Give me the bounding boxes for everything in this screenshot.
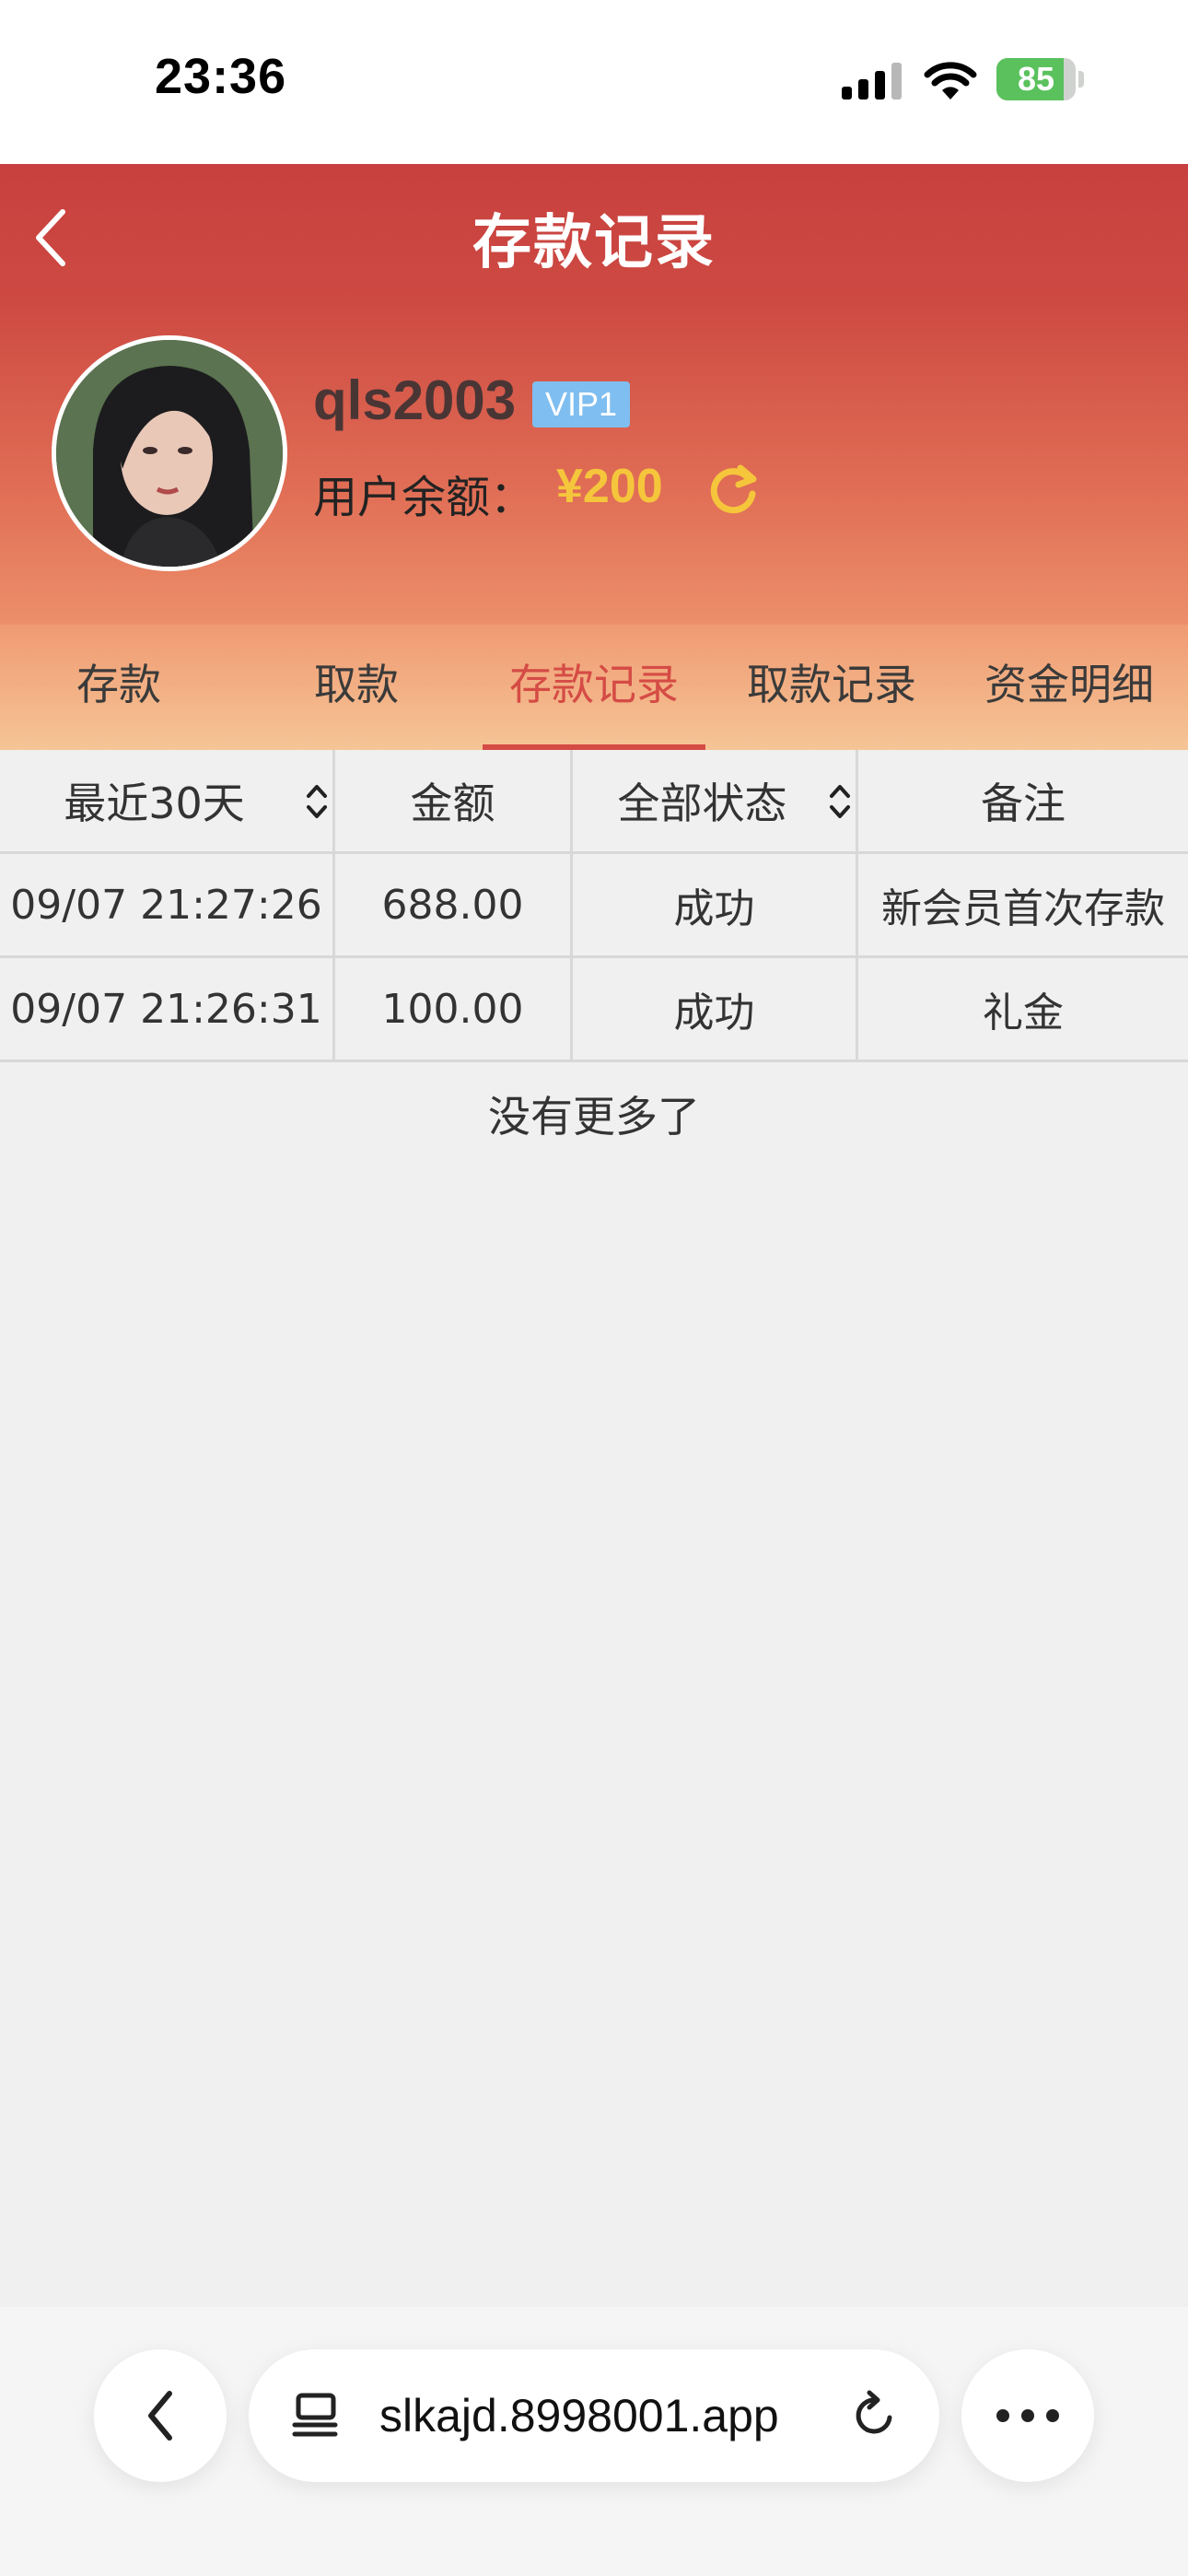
wifi-icon xyxy=(924,62,977,100)
ellipsis-icon xyxy=(996,2409,1059,2422)
row-status: 成功 xyxy=(573,958,858,1060)
records-table: 最近30天 金额 全部状态 备注 09/07 21:27:26 688.00 成… xyxy=(0,750,1188,1062)
sort-icon xyxy=(307,785,327,818)
row-amount: 688.00 xyxy=(335,854,573,955)
row-status: 成功 xyxy=(573,854,858,955)
sort-icon xyxy=(830,785,850,818)
tab-withdraw[interactable]: 取款 xyxy=(238,625,475,750)
battery-icon: 85 xyxy=(996,58,1085,100)
date-range-filter[interactable]: 最近30天 xyxy=(0,750,335,851)
status-time: 23:36 xyxy=(155,49,287,104)
date-range-label: 最近30天 xyxy=(64,779,245,828)
status-filter-label: 全部状态 xyxy=(617,779,787,828)
username: qls2003 xyxy=(313,369,517,431)
no-more-text: 没有更多了 xyxy=(488,1092,700,1142)
tabs-icon[interactable] xyxy=(289,2390,341,2441)
table-row: 09/07 21:27:26 688.00 成功 新会员首次存款 xyxy=(0,854,1188,958)
page-title: 存款记录 xyxy=(472,209,716,277)
profile-header: 存款记录 qls2003 VIP1 用户余额： ¥200 xyxy=(0,164,1188,625)
row-note: 新会员首次存款 xyxy=(881,885,1165,932)
more-button[interactable] xyxy=(961,2349,1094,2482)
tab-withdraw-records[interactable]: 取款记录 xyxy=(713,625,950,750)
row-amount: 100.00 xyxy=(335,958,573,1060)
amount-header: 金额 xyxy=(335,750,573,851)
tab-deposit-records[interactable]: 存款记录 xyxy=(475,625,713,750)
table-header: 最近30天 金额 全部状态 备注 xyxy=(0,750,1188,854)
note-header: 备注 xyxy=(981,779,1066,828)
balance-value: ¥200 xyxy=(556,460,663,513)
reload-icon[interactable] xyxy=(849,2390,901,2441)
refresh-icon[interactable] xyxy=(705,461,761,516)
balance-label: 用户余额： xyxy=(313,472,535,523)
tab-deposit[interactable]: 存款 xyxy=(0,625,238,750)
avatar-image xyxy=(56,340,283,567)
battery-level: 85 xyxy=(1017,60,1055,98)
row-time: 09/07 21:26:31 xyxy=(0,958,335,1060)
tab-bar: 存款 取款 存款记录 取款记录 资金明细 xyxy=(0,625,1188,750)
url-text: slkajd.8998001.app xyxy=(379,2390,779,2441)
vip-badge: VIP1 xyxy=(532,381,631,427)
row-note: 礼金 xyxy=(983,989,1064,1036)
status-bar: 23:36 85 xyxy=(0,0,1188,164)
chevron-left-icon xyxy=(148,2391,172,2441)
browser-toolbar: slkajd.8998001.app xyxy=(0,2307,1188,2576)
browser-back-button[interactable] xyxy=(94,2349,227,2482)
row-time: 09/07 21:27:26 xyxy=(0,854,335,955)
avatar xyxy=(52,335,287,571)
tab-fund-details[interactable]: 资金明细 xyxy=(950,625,1188,750)
address-bar[interactable]: slkajd.8998001.app xyxy=(249,2349,939,2482)
status-filter[interactable]: 全部状态 xyxy=(573,750,858,851)
table-row: 09/07 21:26:31 100.00 成功 礼金 xyxy=(0,958,1188,1062)
signal-icon xyxy=(842,63,902,100)
